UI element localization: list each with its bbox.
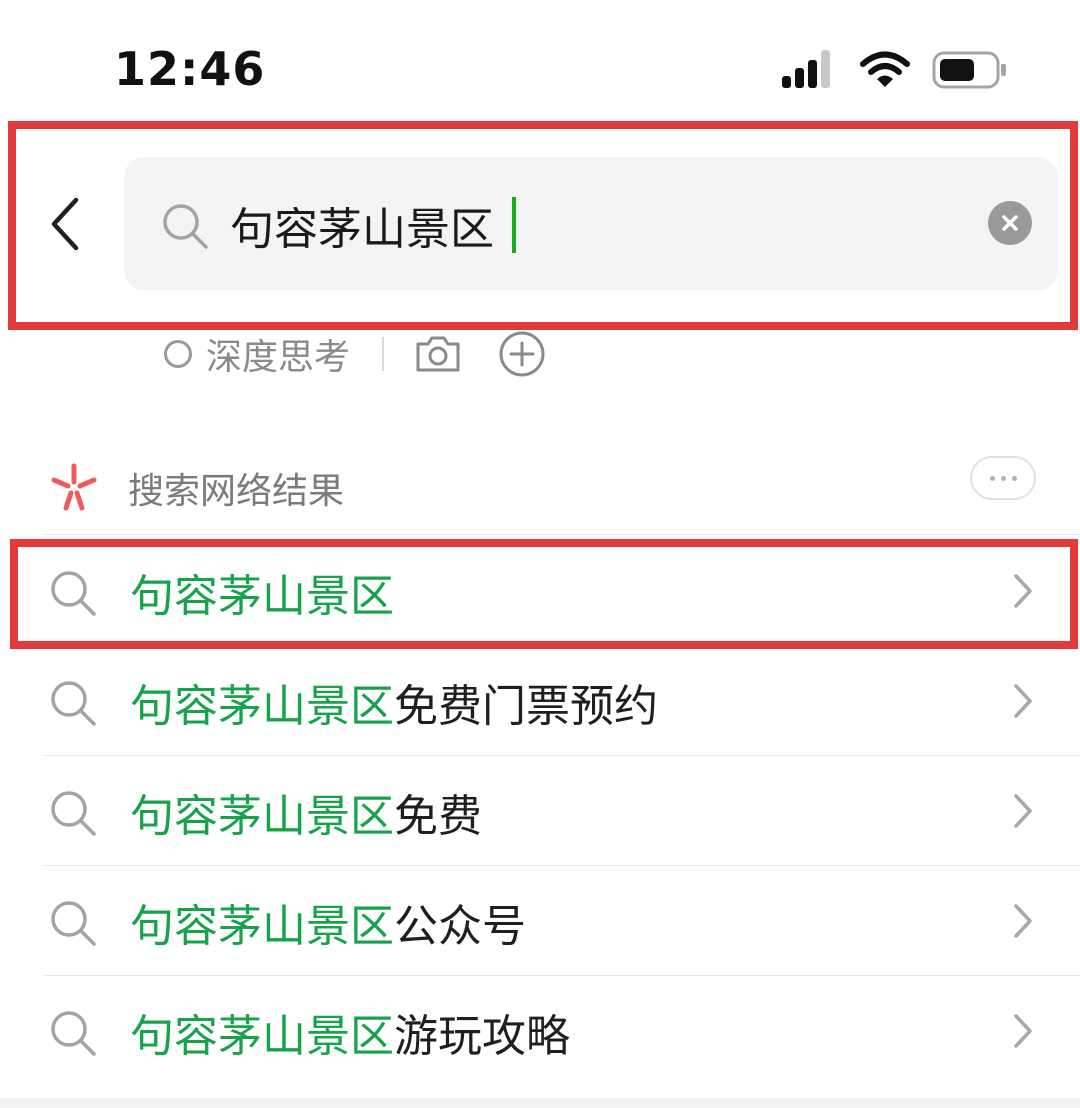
suggestion-rest: 公众号	[394, 901, 526, 952]
suggestion-text: 句容茅山景区	[130, 560, 394, 624]
suggestion-highlight: 句容茅山景区	[130, 791, 394, 842]
divider	[44, 534, 1080, 535]
suggestion-text: 句容茅山景区免费	[130, 780, 482, 844]
add-button[interactable]	[498, 330, 546, 378]
suggestion-item[interactable]: 句容茅山景区免费门票预约	[0, 646, 1080, 756]
suggestion-item[interactable]: 句容茅山景区公众号	[0, 866, 1080, 976]
suggestion-list: 句容茅山景区 句容茅山景区免费门票预约 句容茅山景区免费 句容茅山景区公众号 句…	[0, 536, 1080, 1086]
more-options-button[interactable]	[970, 456, 1036, 500]
tool-divider	[382, 337, 385, 371]
suggestion-rest: 游玩攻略	[394, 1011, 570, 1062]
search-icon	[51, 681, 96, 726]
more-dot-icon	[1000, 475, 1006, 481]
more-dot-icon	[1011, 475, 1017, 481]
clear-button[interactable]	[988, 201, 1032, 245]
suggestion-rest: 免费	[394, 791, 482, 842]
search-tools: 深度思考	[164, 330, 546, 378]
suggestion-highlight: 句容茅山景区	[130, 681, 394, 732]
web-results-header: 搜索网络结果	[48, 456, 1036, 520]
suggestion-text: 句容茅山景区公众号	[130, 890, 526, 954]
wifi-icon	[860, 51, 910, 87]
suggestion-item[interactable]: 句容茅山景区免费	[0, 756, 1080, 866]
search-icon	[163, 204, 208, 249]
bottom-divider-band	[0, 1098, 1080, 1108]
search-icon	[51, 791, 96, 836]
suggestion-rest: 免费门票预约	[394, 681, 658, 732]
more-dot-icon	[989, 475, 995, 481]
suggestion-item[interactable]: 句容茅山景区游玩攻略	[0, 976, 1080, 1086]
status-icons	[782, 50, 1008, 90]
chevron-right-icon	[1014, 904, 1032, 938]
suggestion-highlight: 句容茅山景区	[130, 901, 394, 952]
chevron-right-icon	[1014, 574, 1032, 608]
chevron-left-icon	[51, 197, 79, 251]
search-logo-icon	[51, 463, 97, 511]
section-title: 搜索网络结果	[128, 471, 345, 512]
deep-think-label[interactable]: 深度思考	[206, 328, 350, 380]
close-icon	[1002, 215, 1018, 231]
suggestion-highlight: 句容茅山景区	[130, 1011, 394, 1062]
search-icon	[51, 901, 96, 946]
suggestion-highlight: 句容茅山景区	[130, 571, 394, 622]
search-icon	[51, 1011, 96, 1056]
deep-think-toggle[interactable]	[164, 340, 192, 368]
camera-icon	[416, 336, 460, 372]
battery-icon	[932, 51, 1006, 89]
search-box[interactable]	[124, 157, 1058, 290]
back-button[interactable]	[34, 184, 94, 264]
suggestion-item[interactable]: 句容茅山景区	[0, 536, 1080, 646]
search-icon	[51, 571, 96, 616]
suggestion-text: 句容茅山景区免费门票预约	[130, 670, 658, 734]
chevron-right-icon	[1014, 794, 1032, 828]
status-time: 12:46	[114, 42, 266, 96]
signal-icon	[782, 50, 838, 90]
search-input[interactable]	[228, 189, 972, 261]
chevron-right-icon	[1014, 684, 1032, 718]
text-caret	[512, 197, 516, 253]
suggestion-text: 句容茅山景区游玩攻略	[130, 1000, 570, 1064]
chevron-right-icon	[1014, 1014, 1032, 1048]
camera-button[interactable]	[414, 334, 462, 374]
plus-circle-icon	[499, 331, 545, 377]
